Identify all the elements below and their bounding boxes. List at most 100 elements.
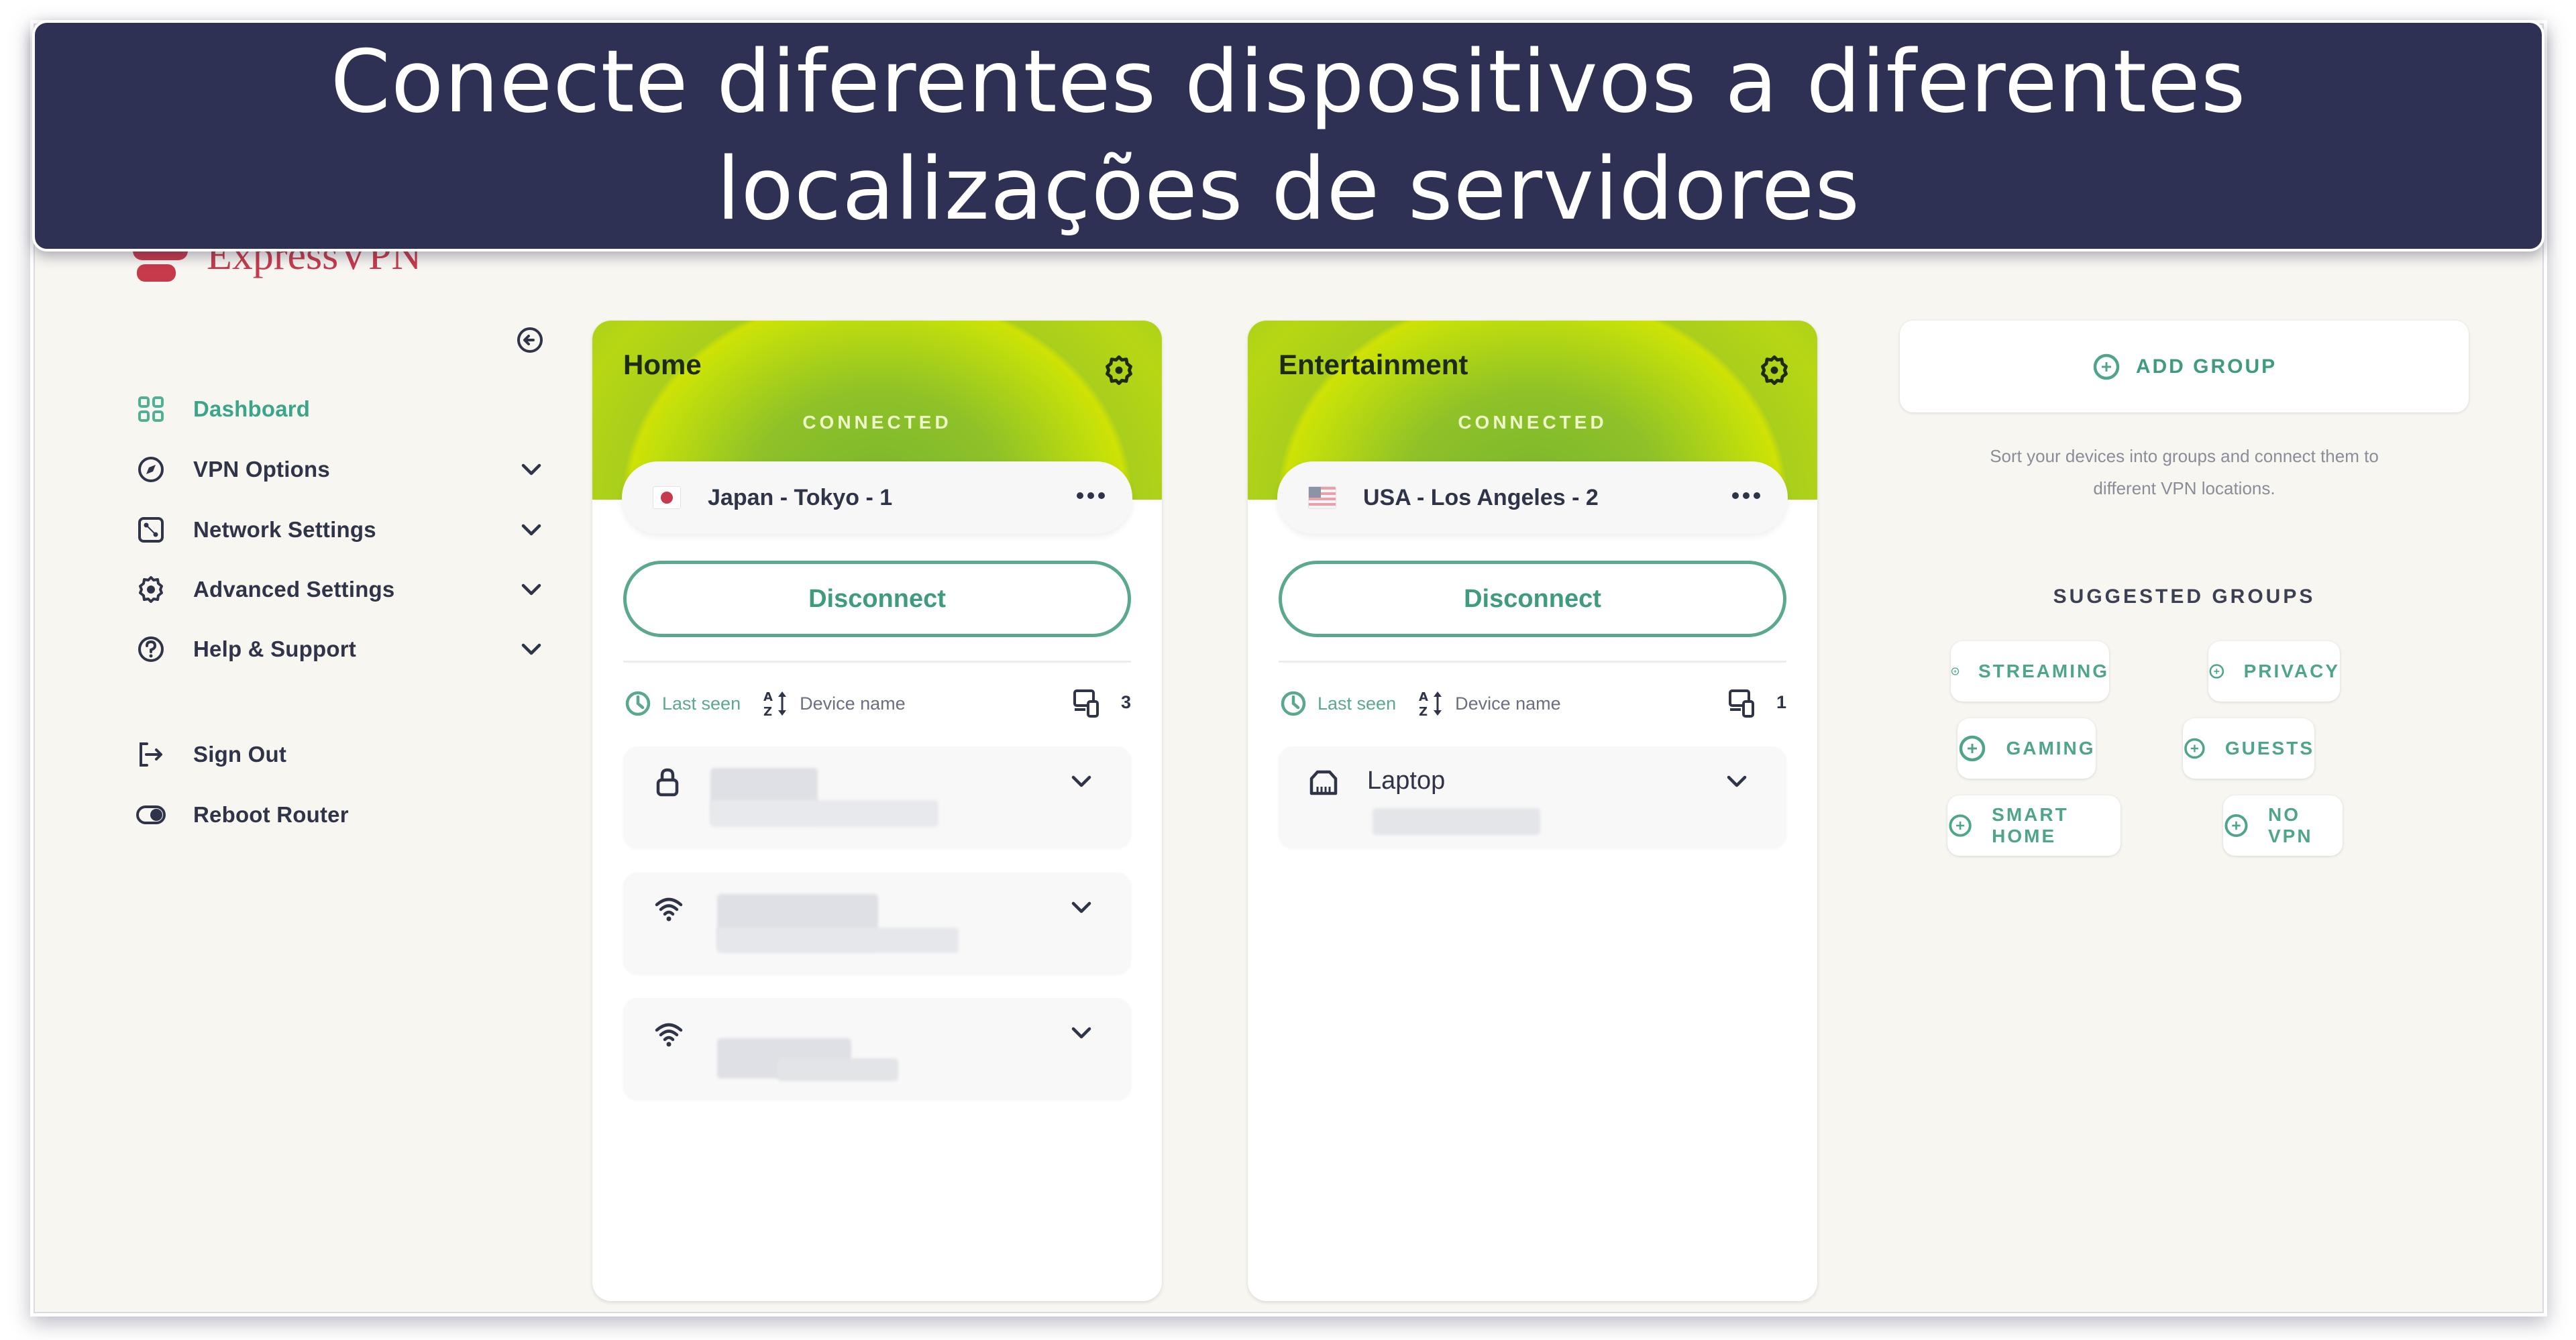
chip-label: SMART HOME bbox=[1992, 804, 2069, 846]
plus-circle-icon bbox=[1951, 667, 1960, 675]
device-row[interactable] bbox=[623, 873, 1131, 974]
status-badge: CONNECTED bbox=[802, 412, 952, 433]
collapse-sidebar-button[interactable] bbox=[515, 325, 545, 355]
sidebar-item-label: Sign Out bbox=[193, 742, 287, 767]
sidebar-item-sign-out[interactable]: Sign Out bbox=[134, 734, 550, 775]
sort-az-icon: AZ bbox=[1416, 689, 1446, 718]
suggested-group-streaming[interactable]: STREAMING bbox=[1951, 641, 2109, 702]
location-name: USA - Los Angeles - 2 bbox=[1363, 484, 1599, 510]
sort-az-icon: AZ bbox=[761, 689, 790, 718]
expand-device-button[interactable] bbox=[1067, 1018, 1096, 1048]
divider bbox=[623, 661, 1131, 663]
sidebar-item-label: VPN Options bbox=[193, 457, 330, 482]
group-title: Entertainment bbox=[1279, 349, 1468, 380]
svg-text:Z: Z bbox=[1419, 705, 1428, 718]
usa-flag-icon bbox=[1308, 486, 1336, 509]
chevron-down-icon[interactable] bbox=[517, 515, 546, 545]
lock-icon bbox=[653, 767, 685, 799]
add-group-label: ADD GROUP bbox=[2135, 355, 2277, 378]
sidebar-item-label: Reboot Router bbox=[193, 802, 349, 827]
devices-icon bbox=[1072, 688, 1102, 718]
disconnect-button[interactable]: Disconnect bbox=[623, 561, 1131, 637]
suggested-group-smart-home[interactable]: SMART HOME bbox=[1947, 795, 2121, 856]
disconnect-button[interactable]: Disconnect bbox=[1279, 561, 1786, 637]
suggested-group-privacy[interactable]: PRIVACY bbox=[2208, 641, 2340, 702]
sort-device-name-button[interactable]: Device name bbox=[800, 693, 906, 714]
caption-line-1: Conecte diferentes dispositivos a difere… bbox=[330, 32, 2247, 132]
group-title: Home bbox=[623, 349, 702, 380]
plus-circle-icon bbox=[2209, 664, 2224, 679]
group-card-home: Home CONNECTED Japan - Tokyo - 1 Disconn… bbox=[592, 321, 1162, 1301]
plus-circle-icon bbox=[1949, 814, 1972, 837]
chip-label: NO VPN bbox=[2267, 804, 2313, 846]
suggested-group-gaming[interactable]: GAMING bbox=[1957, 718, 2096, 779]
suggested-groups-heading: SUGGESTED GROUPS bbox=[2053, 585, 2316, 608]
device-row[interactable] bbox=[623, 746, 1131, 848]
ethernet-icon bbox=[1308, 767, 1340, 799]
sidebar-item-label: Dashboard bbox=[193, 396, 311, 421]
sort-last-seen-button[interactable]: Last seen bbox=[662, 693, 741, 714]
suggested-group-guests[interactable]: GUESTS bbox=[2183, 718, 2314, 779]
sidebar-item-dashboard[interactable]: Dashboard bbox=[134, 389, 550, 429]
sign-out-icon bbox=[134, 738, 168, 771]
sidebar-item-help-support[interactable]: Help & Support bbox=[134, 629, 550, 669]
caption-banner: Conecte diferentes dispositivos a difere… bbox=[32, 20, 2544, 252]
sort-device-name-button[interactable]: Device name bbox=[1455, 693, 1561, 714]
group-card-entertainment: Entertainment CONNECTED USA - Los Angele… bbox=[1248, 321, 1817, 1301]
chip-label: GAMING bbox=[2006, 738, 2096, 759]
gear-icon bbox=[1106, 355, 1132, 386]
chevron-down-icon bbox=[1071, 1027, 1091, 1039]
add-group-button[interactable]: ADD GROUP bbox=[1900, 321, 2469, 412]
chevron-down-icon bbox=[1071, 775, 1091, 787]
sidebar-item-advanced-settings[interactable]: Advanced Settings bbox=[134, 569, 550, 610]
chip-label: GUESTS bbox=[2224, 738, 2314, 759]
chevron-down-icon bbox=[1071, 901, 1091, 913]
chevron-down-icon[interactable] bbox=[517, 634, 546, 664]
network-icon bbox=[134, 513, 168, 547]
redacted-device-detail bbox=[1373, 808, 1540, 835]
helper-text-line-2: different VPN locations. bbox=[2093, 478, 2275, 498]
device-count: 1 bbox=[1776, 692, 1786, 712]
chip-label: PRIVACY bbox=[2243, 661, 2340, 681]
expand-device-button[interactable] bbox=[1067, 767, 1096, 796]
device-name: Laptop bbox=[1367, 767, 1446, 795]
device-sort-bar: Last seen AZ Device name 1 bbox=[1279, 688, 1786, 719]
chevron-down-icon[interactable] bbox=[517, 455, 546, 484]
sidebar-item-label: Network Settings bbox=[193, 517, 376, 542]
dashboard-grid-icon bbox=[134, 392, 168, 426]
chevron-down-icon[interactable] bbox=[517, 575, 546, 604]
clock-icon bbox=[623, 689, 653, 718]
more-horizontal-icon bbox=[1732, 492, 1760, 499]
device-row[interactable]: Laptop bbox=[1279, 746, 1786, 848]
sidebar-item-vpn-options[interactable]: VPN Options bbox=[134, 449, 550, 490]
expand-device-button[interactable] bbox=[1722, 767, 1752, 796]
devices-icon bbox=[1727, 688, 1757, 718]
sidebar-item-network-settings[interactable]: Network Settings bbox=[134, 510, 550, 550]
plus-circle-icon bbox=[2184, 738, 2205, 759]
sidebar-item-label: Help & Support bbox=[193, 636, 356, 661]
sort-last-seen-button[interactable]: Last seen bbox=[1318, 693, 1396, 714]
plus-circle-icon bbox=[2224, 814, 2248, 838]
location-selector[interactable]: USA - Los Angeles - 2 bbox=[1277, 461, 1788, 534]
device-count: 3 bbox=[1120, 692, 1131, 712]
expand-device-button[interactable] bbox=[1067, 893, 1096, 922]
redacted-device-detail bbox=[710, 800, 938, 827]
caption-line-2: localizações de servidores bbox=[716, 139, 1861, 239]
gear-icon bbox=[134, 573, 168, 606]
help-icon bbox=[134, 632, 168, 666]
svg-text:A: A bbox=[1419, 690, 1428, 704]
group-settings-button[interactable] bbox=[1758, 354, 1790, 386]
more-options-button[interactable] bbox=[1730, 486, 1762, 506]
sidebar-item-label: Advanced Settings bbox=[193, 577, 395, 602]
more-options-button[interactable] bbox=[1075, 486, 1107, 506]
sidebar-item-reboot-router[interactable]: Reboot Router bbox=[134, 795, 550, 835]
device-row[interactable] bbox=[623, 998, 1131, 1100]
clock-icon bbox=[1279, 689, 1308, 718]
divider bbox=[1279, 661, 1786, 663]
location-name: Japan - Tokyo - 1 bbox=[708, 484, 893, 510]
group-settings-button[interactable] bbox=[1103, 354, 1135, 386]
location-selector[interactable]: Japan - Tokyo - 1 bbox=[622, 461, 1132, 534]
compass-icon bbox=[134, 453, 168, 486]
suggested-group-no-vpn[interactable]: NO VPN bbox=[2223, 795, 2343, 856]
helper-text-line-1: Sort your devices into groups and connec… bbox=[1990, 446, 2379, 466]
